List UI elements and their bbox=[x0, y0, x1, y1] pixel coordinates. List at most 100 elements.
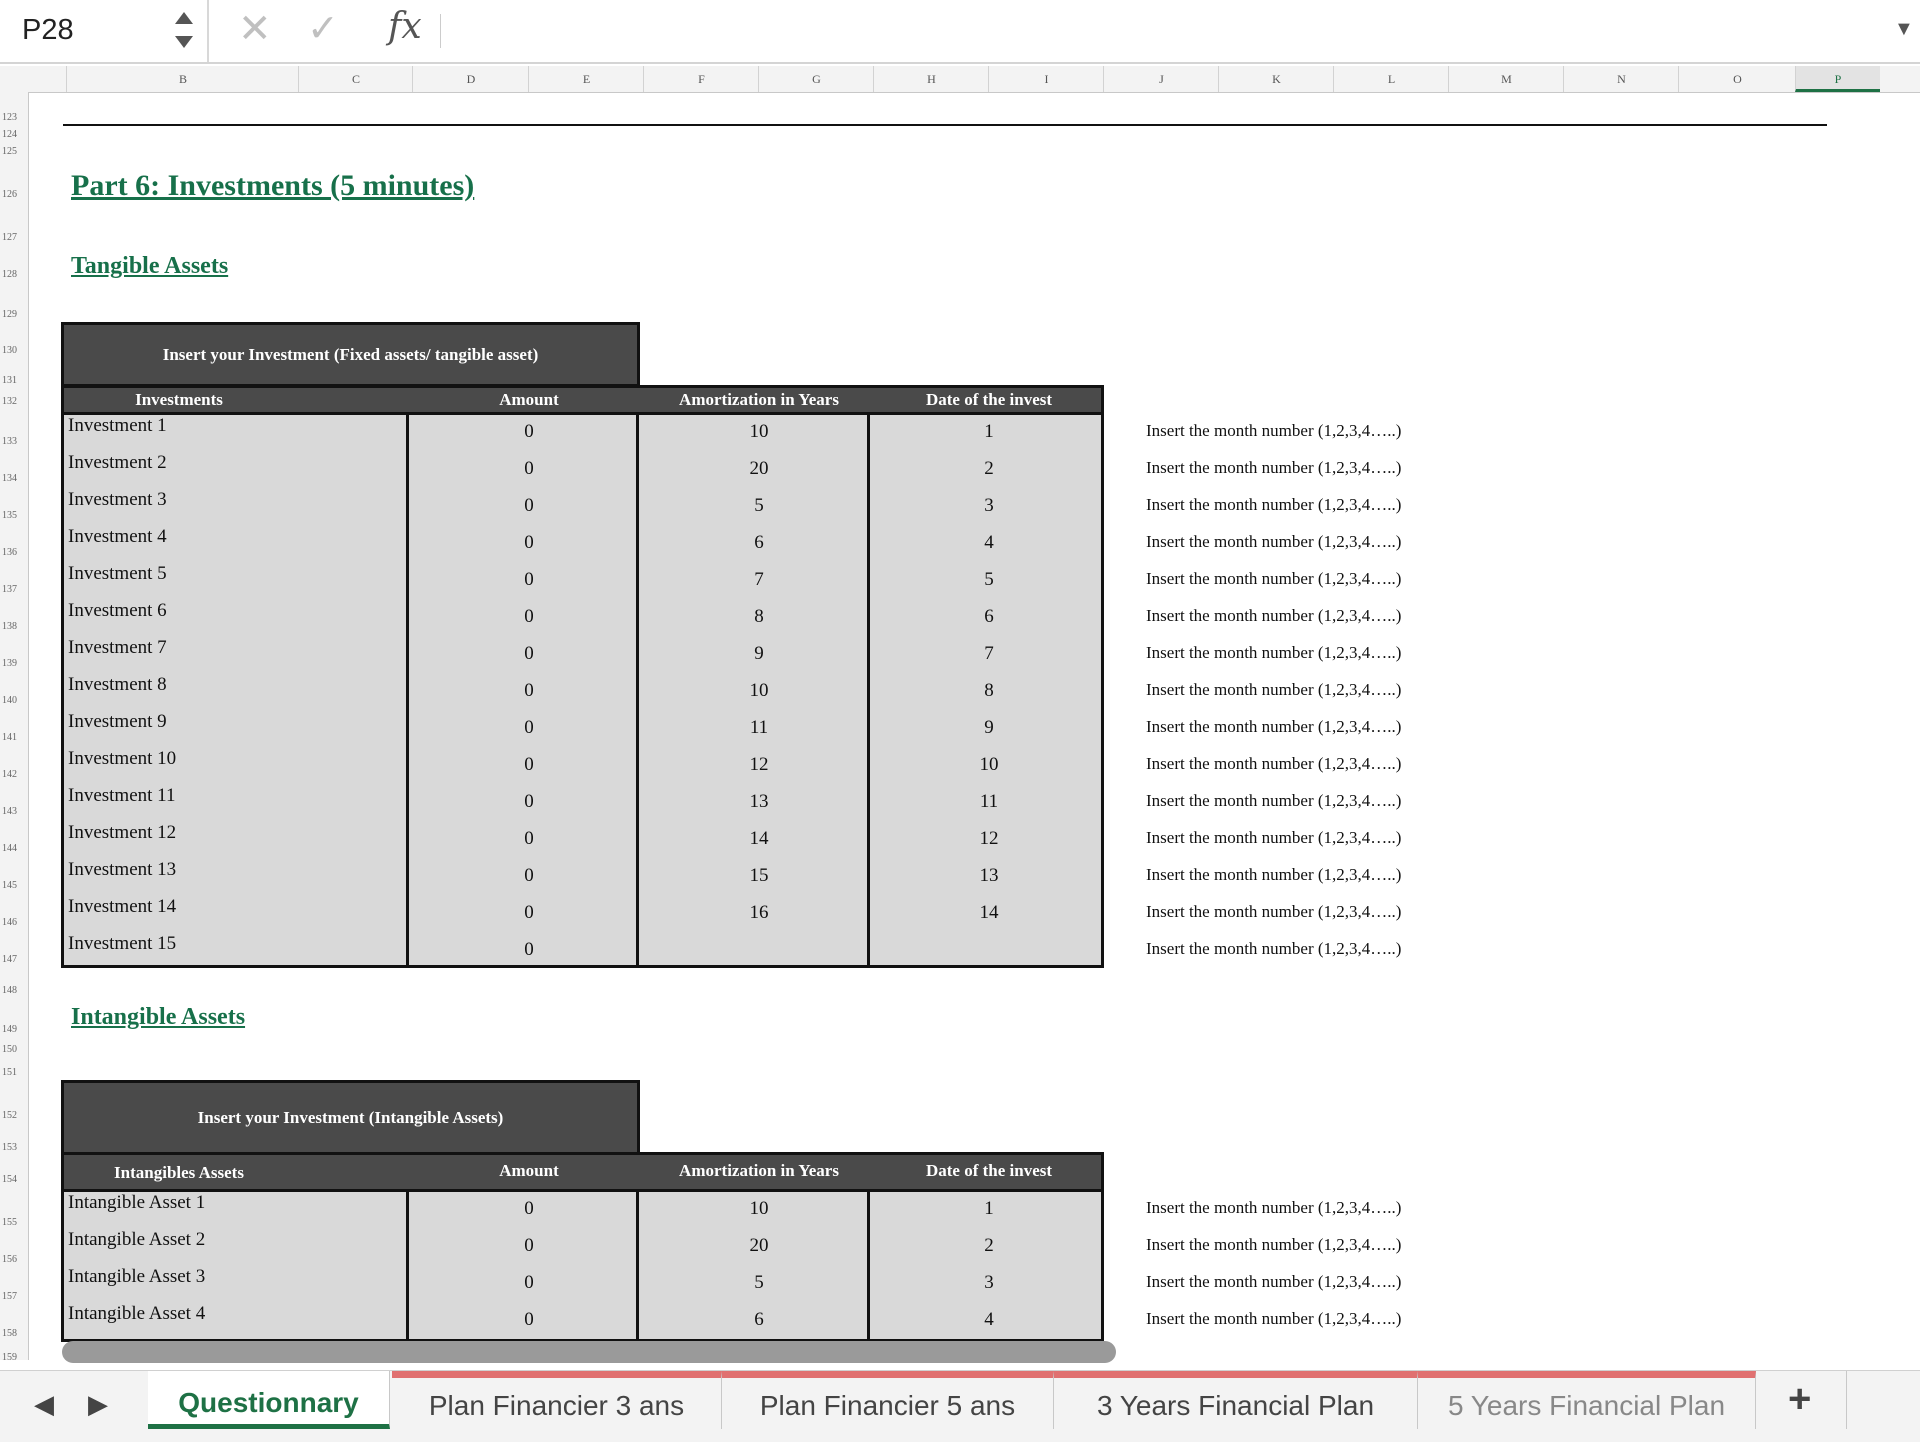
cell-amount[interactable]: 0 bbox=[414, 458, 644, 480]
cell-name[interactable]: Investment 9 bbox=[68, 711, 167, 733]
column-header-b[interactable]: B bbox=[66, 66, 299, 92]
cell-amount[interactable]: 0 bbox=[414, 1272, 644, 1294]
column-header-g[interactable]: G bbox=[758, 66, 874, 92]
cell-amortization[interactable]: 10 bbox=[644, 421, 874, 443]
row-header-142[interactable]: 142 bbox=[0, 769, 28, 780]
cell-date[interactable]: 1 bbox=[874, 421, 1104, 443]
column-header-c[interactable]: C bbox=[298, 66, 413, 92]
cell-amortization[interactable]: 5 bbox=[644, 1272, 874, 1294]
row-header-134[interactable]: 134 bbox=[0, 473, 28, 484]
cell-amount[interactable]: 0 bbox=[414, 643, 644, 665]
row-header-129[interactable]: 129 bbox=[0, 309, 28, 320]
cell-name[interactable]: Investment 14 bbox=[68, 896, 176, 918]
cell-name[interactable]: Investment 11 bbox=[68, 785, 175, 807]
row-header-138[interactable]: 138 bbox=[0, 621, 28, 632]
cell-amortization[interactable]: 6 bbox=[644, 532, 874, 554]
name-box-stepper-icon[interactable] bbox=[173, 6, 195, 54]
row-header-152[interactable]: 152 bbox=[0, 1110, 28, 1121]
cell-date[interactable]: 12 bbox=[874, 828, 1104, 850]
cell-amortization[interactable]: 6 bbox=[644, 1309, 874, 1331]
cell-amortization[interactable]: 11 bbox=[644, 717, 874, 739]
row-header-159[interactable]: 159 bbox=[0, 1352, 28, 1363]
row-header-150[interactable]: 150 bbox=[0, 1044, 28, 1055]
row-header-153[interactable]: 153 bbox=[0, 1142, 28, 1153]
row-header-125[interactable]: 125 bbox=[0, 146, 28, 157]
cell-amount[interactable]: 0 bbox=[414, 421, 644, 443]
cell-amortization[interactable]: 15 bbox=[644, 865, 874, 887]
cell-name[interactable]: Investment 3 bbox=[68, 489, 167, 511]
cell-name[interactable]: Investment 7 bbox=[68, 637, 167, 659]
tab-plan-financier-3-ans[interactable]: Plan Financier 3 ans bbox=[392, 1371, 722, 1429]
column-header-j[interactable]: J bbox=[1103, 66, 1219, 92]
add-sheet-button[interactable]: + bbox=[1788, 1377, 1811, 1422]
cell-amortization[interactable]: 12 bbox=[644, 754, 874, 776]
row-header-140[interactable]: 140 bbox=[0, 695, 28, 706]
row-header-144[interactable]: 144 bbox=[0, 843, 28, 854]
cell-amount[interactable]: 0 bbox=[414, 680, 644, 702]
cell-amount[interactable]: 0 bbox=[414, 939, 644, 961]
row-header-123[interactable]: 123 bbox=[0, 112, 28, 123]
row-header-157[interactable]: 157 bbox=[0, 1291, 28, 1302]
cell-name[interactable]: Intangible Asset 3 bbox=[68, 1266, 205, 1288]
function-icon[interactable]: fx bbox=[388, 6, 422, 47]
cell-date[interactable]: 13 bbox=[874, 865, 1104, 887]
row-header-145[interactable]: 145 bbox=[0, 880, 28, 891]
cell-name[interactable]: Investment 12 bbox=[68, 822, 176, 844]
row-header-130[interactable]: 130 bbox=[0, 345, 28, 356]
cell-amount[interactable]: 0 bbox=[414, 865, 644, 887]
cell-name[interactable]: Intangible Asset 1 bbox=[68, 1192, 205, 1214]
row-header-154[interactable]: 154 bbox=[0, 1174, 28, 1185]
tab-5-years-financial-plan[interactable]: 5 Years Financial Plan bbox=[1418, 1371, 1756, 1429]
cell-name[interactable]: Investment 6 bbox=[68, 600, 167, 622]
column-header-m[interactable]: M bbox=[1448, 66, 1564, 92]
column-header-k[interactable]: K bbox=[1218, 66, 1334, 92]
cell-name[interactable]: Investment 1 bbox=[68, 415, 167, 437]
formula-input[interactable] bbox=[450, 8, 1870, 52]
cell-amount[interactable]: 0 bbox=[414, 902, 644, 924]
chevron-down-icon[interactable]: ▼ bbox=[1894, 18, 1914, 41]
column-header-h[interactable]: H bbox=[873, 66, 989, 92]
cell-amortization[interactable]: 16 bbox=[644, 902, 874, 924]
cell-amortization[interactable]: 20 bbox=[644, 458, 874, 480]
row-header-133[interactable]: 133 bbox=[0, 436, 28, 447]
cell-amount[interactable]: 0 bbox=[414, 1309, 644, 1331]
cell-amount[interactable]: 0 bbox=[414, 1235, 644, 1257]
row-header-127[interactable]: 127 bbox=[0, 232, 28, 243]
cell-amortization[interactable]: 5 bbox=[644, 495, 874, 517]
cell-date[interactable]: 3 bbox=[874, 1272, 1104, 1294]
cell-date[interactable]: 6 bbox=[874, 606, 1104, 628]
cell-amortization[interactable]: 10 bbox=[644, 1198, 874, 1220]
row-header-132[interactable]: 132 bbox=[0, 396, 28, 407]
row-header-147[interactable]: 147 bbox=[0, 954, 28, 965]
cell-amount[interactable]: 0 bbox=[414, 606, 644, 628]
check-icon[interactable]: ✓ bbox=[307, 6, 339, 51]
cell-name[interactable]: Investment 2 bbox=[68, 452, 167, 474]
cell-date[interactable]: 8 bbox=[874, 680, 1104, 702]
sheet-area[interactable]: Part 6: Investments (5 minutes) Tangible… bbox=[29, 93, 1920, 1363]
row-header-128[interactable]: 128 bbox=[0, 269, 28, 280]
cell-amortization[interactable]: 9 bbox=[644, 643, 874, 665]
row-header-124[interactable]: 124 bbox=[0, 129, 28, 140]
cell-name[interactable]: Intangible Asset 4 bbox=[68, 1303, 205, 1325]
cell-amortization[interactable]: 14 bbox=[644, 828, 874, 850]
cell-name[interactable]: Investment 15 bbox=[68, 933, 176, 955]
row-header-131[interactable]: 131 bbox=[0, 375, 28, 386]
row-header-137[interactable]: 137 bbox=[0, 584, 28, 595]
column-header-p[interactable]: P bbox=[1795, 66, 1880, 92]
cell-date[interactable]: 4 bbox=[874, 1309, 1104, 1331]
row-header-143[interactable]: 143 bbox=[0, 806, 28, 817]
row-header-141[interactable]: 141 bbox=[0, 732, 28, 743]
column-header-f[interactable]: F bbox=[643, 66, 759, 92]
cell-date[interactable]: 11 bbox=[874, 791, 1104, 813]
cell-date[interactable]: 9 bbox=[874, 717, 1104, 739]
cell-amortization[interactable]: 20 bbox=[644, 1235, 874, 1257]
cell-date[interactable]: 1 bbox=[874, 1198, 1104, 1220]
chevron-right-icon[interactable]: ▶ bbox=[88, 1389, 108, 1420]
cell-amount[interactable]: 0 bbox=[414, 532, 644, 554]
column-header-d[interactable]: D bbox=[412, 66, 529, 92]
cell-date[interactable]: 5 bbox=[874, 569, 1104, 591]
row-header-149[interactable]: 149 bbox=[0, 1024, 28, 1035]
name-box[interactable]: P28 bbox=[22, 14, 74, 47]
close-icon[interactable]: ✕ bbox=[238, 6, 272, 52]
horizontal-scrollbar[interactable] bbox=[62, 1341, 1116, 1363]
